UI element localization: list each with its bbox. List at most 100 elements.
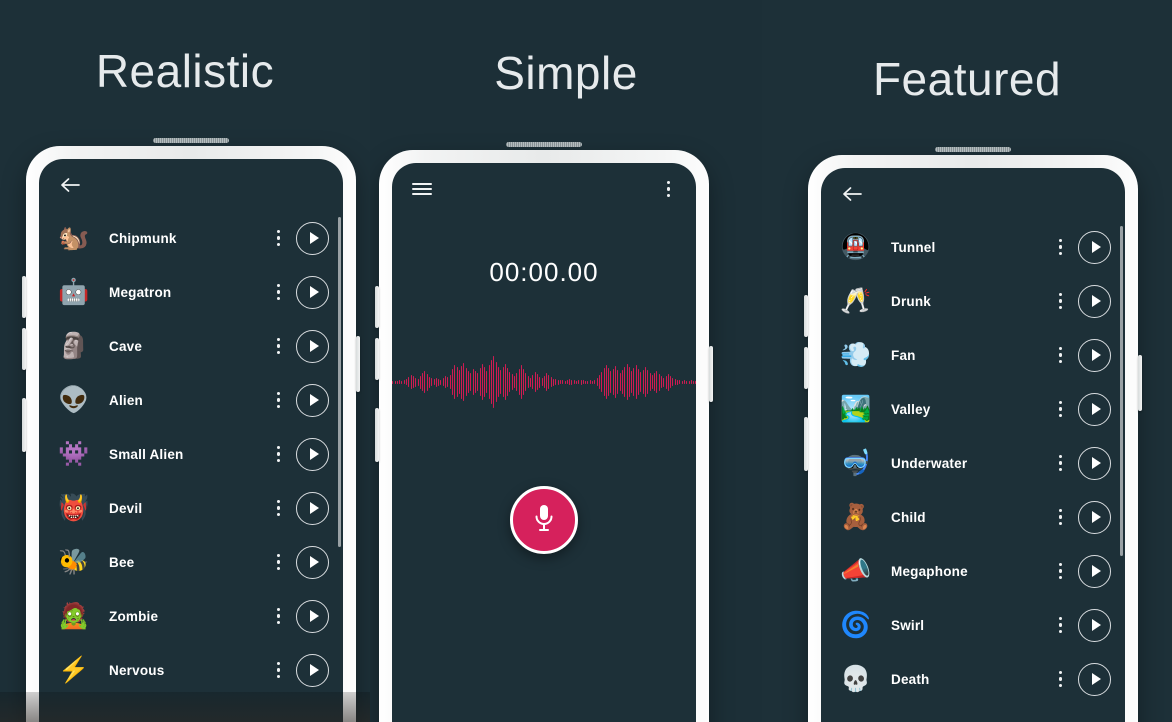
play-button[interactable] <box>1078 338 1111 372</box>
kebab-menu-icon[interactable] <box>271 280 287 305</box>
power-button[interactable] <box>22 398 26 452</box>
kebab-dot <box>1058 521 1062 526</box>
kebab-menu-icon[interactable] <box>1053 505 1069 530</box>
kebab-menu-icon[interactable] <box>271 388 287 413</box>
effect-emoji-icon: 👾 <box>58 439 90 468</box>
play-button[interactable] <box>296 275 329 309</box>
kebab-dot <box>1058 670 1062 675</box>
effect-emoji-icon: 🚇 <box>840 232 872 261</box>
play-button[interactable] <box>1078 500 1111 534</box>
kebab-dot <box>276 296 280 301</box>
kebab-dot <box>276 229 280 234</box>
volume-down-button[interactable] <box>22 328 26 370</box>
kebab-menu-icon[interactable] <box>1053 235 1069 260</box>
hamburger-menu-icon[interactable] <box>412 182 432 196</box>
kebab-dot <box>1058 346 1062 351</box>
play-button[interactable] <box>296 491 329 525</box>
list-item[interactable]: 🥂 Drunk <box>821 274 1125 328</box>
arrow-left-icon[interactable] <box>841 185 863 203</box>
side-key-button[interactable] <box>356 336 360 392</box>
play-button[interactable] <box>296 221 329 255</box>
kebab-menu-icon[interactable] <box>1053 559 1069 584</box>
effect-emoji-icon: 🤖 <box>58 277 90 306</box>
kebab-menu-icon[interactable] <box>271 496 287 521</box>
app-topbar-featured <box>821 168 1125 220</box>
play-button[interactable] <box>296 653 329 687</box>
side-key-button[interactable] <box>1138 355 1142 411</box>
list-item[interactable]: 💨 Fan <box>821 328 1125 382</box>
kebab-menu-icon[interactable] <box>271 658 287 683</box>
kebab-dot <box>666 180 670 185</box>
play-button[interactable] <box>296 545 329 579</box>
list-scrollbar[interactable] <box>1120 226 1123 556</box>
list-item[interactable]: ⚡ Nervous <box>39 643 343 697</box>
panel-realistic: Realistic 🐿️ Chipmunk 🤖 Megatron 🗿 Cave 👽 Al <box>0 0 370 722</box>
play-button[interactable] <box>296 437 329 471</box>
list-item[interactable]: 🤿 Underwater <box>821 436 1125 490</box>
kebab-menu-icon[interactable] <box>1053 667 1069 692</box>
side-key-button[interactable] <box>709 346 713 402</box>
kebab-menu-icon[interactable] <box>1053 397 1069 422</box>
play-icon <box>1091 241 1101 253</box>
list-item[interactable]: 📣 Megaphone <box>821 544 1125 598</box>
record-button[interactable] <box>510 486 578 554</box>
list-item[interactable]: 👹 Devil <box>39 481 343 535</box>
kebab-dot <box>276 344 280 348</box>
kebab-menu-icon[interactable] <box>271 334 287 359</box>
effect-label: Underwater <box>891 455 968 471</box>
list-item[interactable]: 👽 Alien <box>39 373 343 427</box>
list-item[interactable]: 🚇 Tunnel <box>821 220 1125 274</box>
kebab-dot <box>276 499 280 504</box>
list-item[interactable]: 🏞️ Valley <box>821 382 1125 436</box>
volume-down-button[interactable] <box>375 338 379 380</box>
kebab-dot <box>276 668 280 672</box>
list-item[interactable]: 💀 Death <box>821 652 1125 706</box>
volume-up-button[interactable] <box>804 295 808 337</box>
effect-emoji-icon: 🤿 <box>840 448 872 477</box>
kebab-menu-icon[interactable] <box>271 442 287 467</box>
kebab-menu-icon[interactable] <box>1053 343 1069 368</box>
volume-down-button[interactable] <box>804 347 808 389</box>
list-item[interactable]: 👾 Small Alien <box>39 427 343 481</box>
play-button[interactable] <box>296 599 329 633</box>
play-button[interactable] <box>1078 608 1111 642</box>
play-button[interactable] <box>1078 554 1111 588</box>
list-item[interactable]: 🐿️ Chipmunk <box>39 211 343 265</box>
list-item[interactable]: 🐝 Bee <box>39 535 343 589</box>
effect-emoji-icon: 🌀 <box>840 610 872 639</box>
list-item[interactable]: 🤖 Megatron <box>39 265 343 319</box>
list-item[interactable]: 🗿 Cave <box>39 319 343 373</box>
volume-up-button[interactable] <box>375 286 379 328</box>
kebab-menu-icon[interactable] <box>1053 289 1069 314</box>
kebab-menu-icon[interactable] <box>1053 613 1069 638</box>
play-icon <box>1091 349 1101 361</box>
play-button[interactable] <box>1078 392 1111 426</box>
kebab-dot <box>1058 353 1062 357</box>
list-item[interactable]: 🌀 Swirl <box>821 598 1125 652</box>
panel-featured: Featured 🚇 Tunnel 🥂 Drunk 💨 Fan 🏞️ Valley 🤿 U <box>762 0 1172 722</box>
volume-up-button[interactable] <box>22 276 26 318</box>
kebab-menu-icon[interactable] <box>661 177 677 202</box>
list-item[interactable]: 🧟 Zombie <box>39 589 343 643</box>
effect-emoji-icon: 🏞️ <box>840 394 872 423</box>
play-button[interactable] <box>1078 446 1111 480</box>
arrow-left-icon[interactable] <box>59 176 81 194</box>
list-item[interactable]: 🧸 Child <box>821 490 1125 544</box>
play-button[interactable] <box>296 383 329 417</box>
kebab-menu-icon[interactable] <box>271 226 287 251</box>
kebab-dot <box>276 566 280 571</box>
play-icon <box>1091 295 1101 307</box>
power-button[interactable] <box>804 417 808 471</box>
kebab-dot <box>1058 400 1062 405</box>
play-button[interactable] <box>1078 662 1111 696</box>
effect-emoji-icon: 👽 <box>58 385 90 414</box>
kebab-menu-icon[interactable] <box>271 604 287 629</box>
play-button[interactable] <box>296 329 329 363</box>
list-scrollbar[interactable] <box>338 217 341 547</box>
play-button[interactable] <box>1078 230 1111 264</box>
power-button[interactable] <box>375 408 379 462</box>
kebab-menu-icon[interactable] <box>271 550 287 575</box>
effect-label: Fan <box>891 347 916 363</box>
kebab-menu-icon[interactable] <box>1053 451 1069 476</box>
play-button[interactable] <box>1078 284 1111 318</box>
